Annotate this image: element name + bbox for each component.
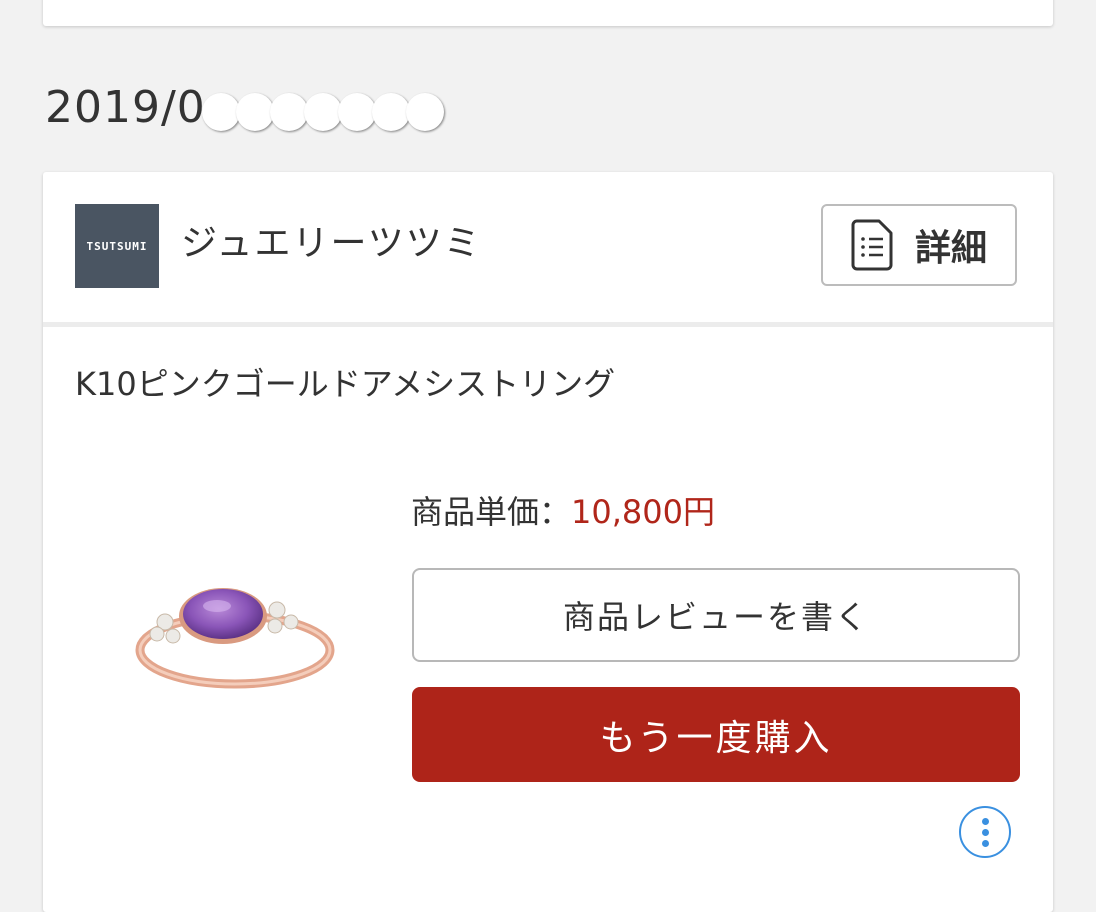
shop-logo[interactable]: TSUTSUMI: [75, 204, 159, 288]
order-date: 2019/0: [45, 80, 444, 138]
product-name[interactable]: K10ピンクゴールドアメシストリング: [75, 362, 615, 406]
buy-again-button[interactable]: もう一度購入: [412, 687, 1020, 782]
document-list-icon: [851, 219, 893, 271]
more-vertical-icon[interactable]: [959, 806, 1011, 858]
shop-logo-text: TSUTSUMI: [86, 239, 148, 253]
unit-price-value: 10,800円: [571, 493, 715, 531]
unit-price-label: 商品単価：: [411, 493, 572, 531]
shop-header: TSUTSUMI ジュエリーツツミ 詳細: [43, 172, 1053, 322]
write-review-button[interactable]: 商品レビューを書く: [412, 568, 1020, 662]
previous-order-card: [43, 0, 1053, 26]
order-date-text: 2019/0: [45, 82, 206, 133]
detail-button[interactable]: 詳細: [821, 204, 1017, 286]
unit-price: 商品単価：10,800円: [411, 490, 715, 534]
product-image[interactable]: [125, 570, 335, 705]
shop-name[interactable]: ジュエリーツツミ: [181, 220, 482, 268]
detail-label: 詳細: [914, 228, 987, 269]
redaction-marks: [201, 82, 444, 138]
order-card: TSUTSUMI ジュエリーツツミ 詳細 K10ピンクゴールドアメシストリング: [43, 172, 1053, 912]
divider: [43, 322, 1053, 327]
